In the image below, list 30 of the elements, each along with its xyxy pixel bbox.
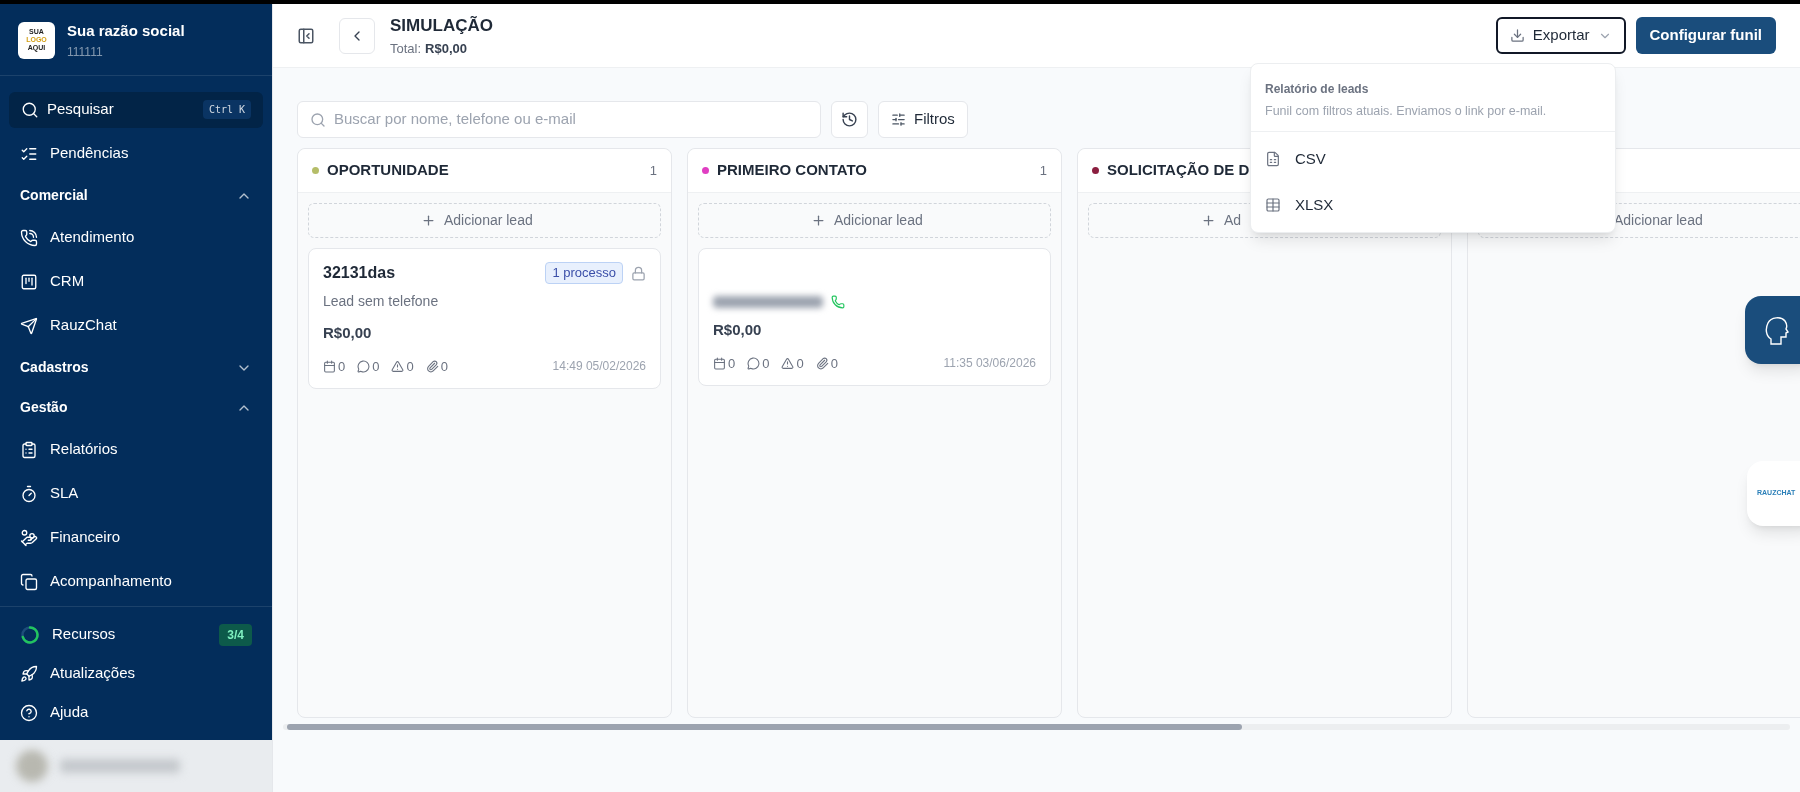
company-name: Sua razão social <box>67 21 185 41</box>
column-count: 1 <box>1039 161 1047 180</box>
total-value: R$0,00 <box>425 39 467 58</box>
lead-subtitle: Lead sem telefone <box>323 292 440 311</box>
column-title: PRIMEIRO CONTATO <box>717 160 867 181</box>
lead-name: 32131das <box>323 263 396 283</box>
count-text: 0 <box>728 354 736 373</box>
usage-badge: 3/4 <box>219 623 252 646</box>
search-label: Pesquisar <box>47 99 115 120</box>
page-title: SIMULAÇÃO <box>390 15 493 37</box>
count-text: 0 <box>440 357 448 376</box>
count-text: 0 <box>406 357 414 376</box>
count-text: 0 <box>372 357 380 376</box>
process-tag: 1 processo <box>545 262 623 284</box>
count-text: 0 <box>830 354 838 373</box>
total-label: Total: <box>390 39 422 58</box>
lead-timestamp: 14:49 05/02/2026 <box>552 358 646 376</box>
shortcut-key: Ctrl K <box>202 100 251 119</box>
column-title: SOLICITAÇÃO DE D <box>1107 160 1250 181</box>
lead-timestamp: 11:35 03/06/2026 <box>943 355 1036 373</box>
column-title: OPORTUNIDADE <box>327 160 449 181</box>
column-count: 1 <box>649 161 657 180</box>
count-text: 0 <box>796 354 804 373</box>
lead-value: R$0,00 <box>713 320 763 340</box>
menu-title: Relatório de leads <box>1265 81 1370 98</box>
menu-description: Funil com filtros atuais. Enviamos o link por e-mail. <box>1265 103 1548 120</box>
count-text: 0 <box>338 357 346 376</box>
count-text: 0 <box>762 354 770 373</box>
company-code: 111111 <box>67 43 104 61</box>
lead-value: R$0,00 <box>323 323 373 343</box>
